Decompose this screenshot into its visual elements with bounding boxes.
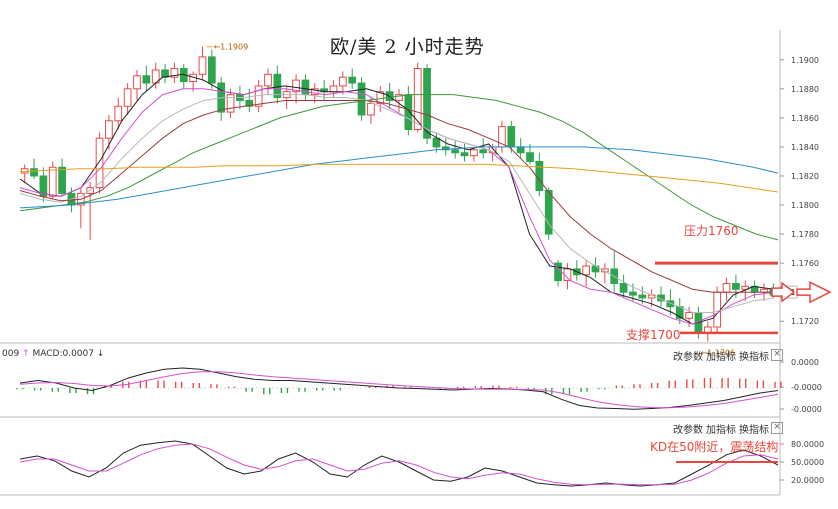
macd-label-prefix: 009 (2, 349, 20, 359)
candle-body (105, 120, 113, 139)
macd-tick-label: -0.0000 (791, 383, 822, 392)
candle-body (123, 88, 132, 107)
candle-body (207, 56, 216, 84)
macd-arrow-icon: ↑ (22, 349, 30, 359)
candle-body (133, 75, 141, 90)
moving-average-line (19, 163, 779, 193)
candle-body (469, 149, 478, 157)
candle-body (479, 149, 488, 154)
outline-arrow-icon (796, 280, 832, 304)
candle-body (460, 152, 469, 157)
candle-body (142, 75, 151, 84)
candle-body (348, 76, 357, 84)
candle-body (732, 282, 740, 290)
moving-average-line (19, 94, 775, 313)
price-tick-label: 1.1760 (791, 259, 819, 268)
macd-label: 009 ↑ MACD:0.0007 ↓ (2, 349, 104, 359)
price-tick-label: 1.1840 (791, 143, 819, 152)
candle-body (58, 166, 66, 194)
macd-tick-label: -0.0000 (791, 405, 822, 414)
candle-body (535, 160, 544, 191)
kd-tick-label: 20.0000 (791, 476, 824, 485)
price-tick-label: 1.1860 (791, 114, 819, 123)
candle-body (629, 291, 637, 296)
price-tick-label: 1.1780 (791, 230, 819, 239)
candle-body (619, 282, 628, 293)
candle-body (273, 73, 282, 99)
candle-body (526, 152, 534, 162)
support-label: 支撑1700 (626, 328, 681, 342)
macd-params-button[interactable]: 改参数 (673, 348, 703, 363)
candle-body (338, 76, 347, 87)
chart-stage: 1.1900 1.1880 1.1860 1.1840 1.1820 1.1800 1.17… (0, 0, 838, 505)
macd-close-icon[interactable]: × (771, 349, 783, 361)
macd-tick-label: 0.0000 (791, 358, 819, 367)
candle-body (30, 168, 38, 177)
macd-swap-button[interactable]: 换指标 (739, 348, 769, 363)
kd-tick-label: 80.0000 (791, 440, 824, 449)
price-tick-label: 1.1900 (791, 56, 819, 65)
candle-body (722, 282, 731, 293)
chart-title: 欧/美 2 小时走势 (330, 36, 485, 58)
macd-down-icon: ↓ (96, 349, 105, 359)
candle-body (367, 102, 375, 116)
candle-body (264, 73, 272, 87)
candle-body (432, 137, 441, 148)
price-tick-label: 1.1880 (791, 85, 819, 94)
price-tick-label: 1.1820 (791, 172, 819, 181)
candle-body (404, 94, 413, 131)
macd-line (19, 367, 779, 410)
high-price-label: ←1.1909 (213, 43, 248, 52)
candle-body (48, 166, 57, 197)
candle-body (638, 294, 647, 299)
kd-swap-button[interactable]: 换指标 (739, 421, 769, 436)
candle-body (451, 149, 460, 154)
candle-body (114, 105, 123, 122)
macd-value: MACD:0.0007 (32, 349, 94, 359)
macd-signal-line (19, 371, 779, 409)
kd-add-button[interactable]: 加指标 (706, 421, 736, 436)
resistance-label: 压力1760 (684, 224, 739, 238)
candle-body (713, 291, 722, 328)
candle-body (329, 85, 338, 93)
kd-tick-label: 50.0000 (791, 458, 824, 467)
candle-body (516, 146, 525, 154)
candle-body (507, 126, 516, 148)
kd-close-icon[interactable]: × (771, 422, 783, 434)
kd-params-button[interactable]: 改参数 (673, 421, 703, 436)
price-tick-label: 1.1720 (791, 317, 819, 326)
price-tick-label: 1.1800 (791, 201, 819, 210)
candle-body (685, 312, 693, 319)
kd-annotation: KD在50附近，震荡结构 (650, 440, 779, 454)
candle-body (582, 265, 591, 276)
candle-body (95, 137, 104, 189)
macd-add-button[interactable]: 加指标 (706, 348, 736, 363)
candle-body (413, 68, 422, 130)
candle-body (198, 56, 207, 75)
